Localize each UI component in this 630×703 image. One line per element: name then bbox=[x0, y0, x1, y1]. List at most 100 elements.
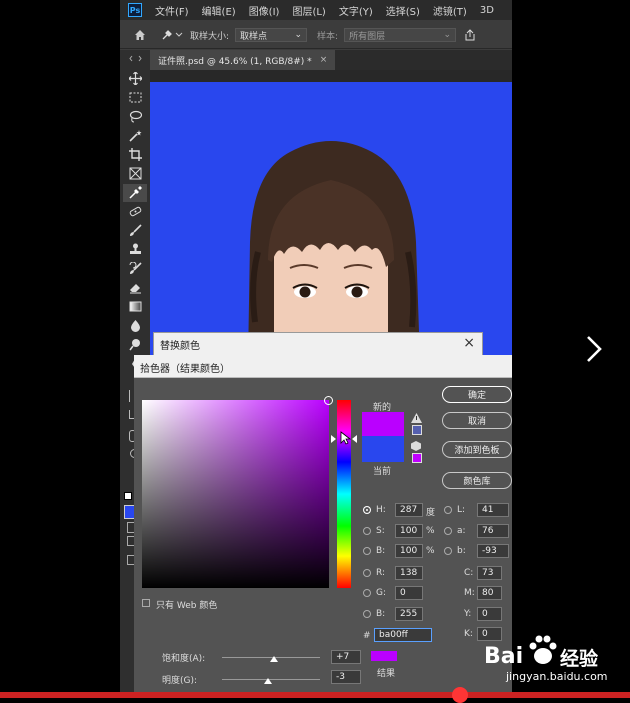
current-color-swatch[interactable] bbox=[362, 436, 404, 462]
saturation-unit: % bbox=[426, 526, 435, 536]
video-progress-handle[interactable] bbox=[452, 687, 468, 703]
hue-slider-left-arrow[interactable] bbox=[331, 435, 336, 443]
saturation-value-input[interactable]: +7 bbox=[331, 650, 361, 664]
document-canvas[interactable] bbox=[150, 82, 512, 362]
lab-l-input[interactable]: 41 bbox=[477, 503, 509, 517]
watermark-brand: Bai bbox=[484, 644, 524, 669]
saturation-slider-thumb[interactable] bbox=[270, 656, 278, 662]
video-progress-bar[interactable] bbox=[0, 692, 630, 698]
color-field-cursor[interactable] bbox=[324, 396, 333, 405]
close-icon[interactable]: × bbox=[463, 335, 475, 351]
hue-input[interactable]: 287 bbox=[395, 503, 423, 517]
yellow-label: Y: bbox=[464, 609, 472, 619]
lab-l-label: L: bbox=[457, 505, 466, 515]
frame-tool-icon[interactable] bbox=[129, 167, 142, 180]
menu-filter[interactable]: 滤镜(T) bbox=[433, 3, 467, 18]
lightness-slider-label: 明度(G): bbox=[162, 676, 198, 686]
lightness-slider-thumb[interactable] bbox=[264, 678, 272, 684]
sample-select[interactable]: 所有图层 ⌄ bbox=[344, 28, 457, 42]
menu-edit[interactable]: 编辑(E) bbox=[202, 3, 236, 18]
web-colors-only-checkbox[interactable] bbox=[142, 599, 150, 607]
sample-size-select[interactable]: 取样点 ⌄ bbox=[235, 28, 308, 42]
ok-button[interactable]: 确定 bbox=[442, 386, 512, 403]
blur-tool-icon[interactable] bbox=[129, 319, 142, 332]
eyedropper-tool-icon[interactable] bbox=[129, 186, 142, 199]
document-tab[interactable]: 证件照.psd @ 45.6% (1, RGB/8#) * × bbox=[150, 50, 336, 70]
brightness-input[interactable]: 100 bbox=[395, 544, 423, 558]
cancel-button[interactable]: 取消 bbox=[442, 412, 512, 429]
hex-label: # bbox=[363, 631, 371, 641]
sample-label: 样本: bbox=[317, 31, 339, 42]
sample-size-label: 取样大小: bbox=[190, 31, 230, 42]
menu-3d[interactable]: 3D bbox=[480, 5, 494, 16]
menu-file[interactable]: 文件(F) bbox=[155, 3, 189, 18]
eraser-tool-icon[interactable] bbox=[129, 281, 142, 294]
chevron-right-icon[interactable] bbox=[584, 334, 604, 364]
lightness-value-input[interactable]: -3 bbox=[331, 670, 361, 684]
baidu-paw-icon bbox=[529, 635, 557, 664]
panel-collapse-icon[interactable] bbox=[129, 52, 142, 65]
hue-unit: 度 bbox=[426, 508, 436, 518]
web-safe-color-swatch[interactable] bbox=[412, 453, 422, 463]
color-libraries-button[interactable]: 颜色库 bbox=[442, 472, 512, 489]
lab-a-input[interactable]: 76 bbox=[477, 524, 509, 538]
gradient-tool-icon[interactable] bbox=[129, 300, 142, 313]
color-picker-titlebar[interactable]: 拾色器（结果颜色） bbox=[134, 355, 512, 378]
magenta-input[interactable]: 80 bbox=[477, 586, 502, 600]
default-colors-icon[interactable] bbox=[124, 492, 132, 500]
watermark-url: jingyan.baidu.com bbox=[506, 670, 608, 683]
new-color-swatch bbox=[362, 412, 404, 436]
saturation-brightness-field[interactable] bbox=[142, 396, 333, 588]
menu-layer[interactable]: 图层(L) bbox=[292, 3, 325, 18]
brightness-radio[interactable] bbox=[363, 547, 371, 555]
cyan-input[interactable]: 73 bbox=[477, 566, 502, 580]
hue-slider-right-arrow[interactable] bbox=[352, 435, 357, 443]
red-input[interactable]: 138 bbox=[395, 566, 423, 580]
menu-select[interactable]: 选择(S) bbox=[386, 3, 420, 18]
history-brush-tool-icon[interactable] bbox=[129, 262, 142, 275]
web-safe-cube-icon[interactable] bbox=[411, 441, 421, 451]
replace-color-dialog-titlebar[interactable]: 替换颜色 × bbox=[153, 332, 483, 357]
gamut-color-swatch[interactable] bbox=[412, 425, 422, 435]
add-to-swatches-button[interactable]: 添加到色板 bbox=[442, 441, 512, 458]
brush-tool-icon[interactable] bbox=[129, 224, 142, 237]
menu-image[interactable]: 图像(I) bbox=[249, 3, 280, 18]
blue-input[interactable]: 255 bbox=[395, 607, 423, 621]
eyedropper-tool-preset-icon[interactable] bbox=[160, 28, 184, 42]
green-input[interactable]: 0 bbox=[395, 586, 423, 600]
share-icon[interactable] bbox=[464, 29, 476, 41]
blue-radio[interactable] bbox=[363, 610, 371, 618]
lasso-tool-icon[interactable] bbox=[129, 110, 142, 123]
red-radio[interactable] bbox=[363, 569, 371, 577]
move-tool-icon[interactable] bbox=[129, 72, 142, 85]
hex-input[interactable]: ba00ff bbox=[374, 628, 432, 642]
lab-l-radio[interactable] bbox=[444, 506, 452, 514]
marquee-tool-icon[interactable] bbox=[129, 91, 142, 104]
home-icon[interactable] bbox=[134, 29, 146, 41]
magic-wand-tool-icon[interactable] bbox=[129, 129, 142, 142]
green-radio[interactable] bbox=[363, 589, 371, 597]
saturation-input[interactable]: 100 bbox=[395, 524, 423, 538]
chevron-down-icon: ⌄ bbox=[443, 30, 452, 40]
replace-color-dialog-title: 替换颜色 bbox=[160, 341, 200, 352]
yellow-input[interactable]: 0 bbox=[477, 607, 502, 621]
lab-a-radio[interactable] bbox=[444, 527, 452, 535]
lab-b-radio[interactable] bbox=[444, 547, 452, 555]
hue-radio[interactable] bbox=[363, 506, 371, 514]
clone-stamp-tool-icon[interactable] bbox=[129, 243, 142, 256]
brightness-unit: % bbox=[426, 546, 435, 556]
saturation-radio[interactable] bbox=[363, 527, 371, 535]
portrait-photo bbox=[248, 141, 420, 362]
close-icon[interactable]: × bbox=[320, 55, 328, 65]
out-of-gamut-warning-icon[interactable] bbox=[411, 413, 422, 423]
lab-b-input[interactable]: -93 bbox=[477, 544, 509, 558]
green-label: G: bbox=[376, 588, 387, 598]
crop-tool-icon[interactable] bbox=[129, 148, 142, 161]
hue-slider[interactable] bbox=[337, 400, 351, 588]
result-color-swatch[interactable] bbox=[371, 651, 397, 661]
magenta-label: M: bbox=[464, 588, 475, 598]
dodge-tool-icon[interactable] bbox=[129, 338, 142, 351]
healing-brush-tool-icon[interactable] bbox=[129, 205, 142, 218]
menu-type[interactable]: 文字(Y) bbox=[339, 3, 373, 18]
brightness-label: B: bbox=[376, 546, 386, 556]
